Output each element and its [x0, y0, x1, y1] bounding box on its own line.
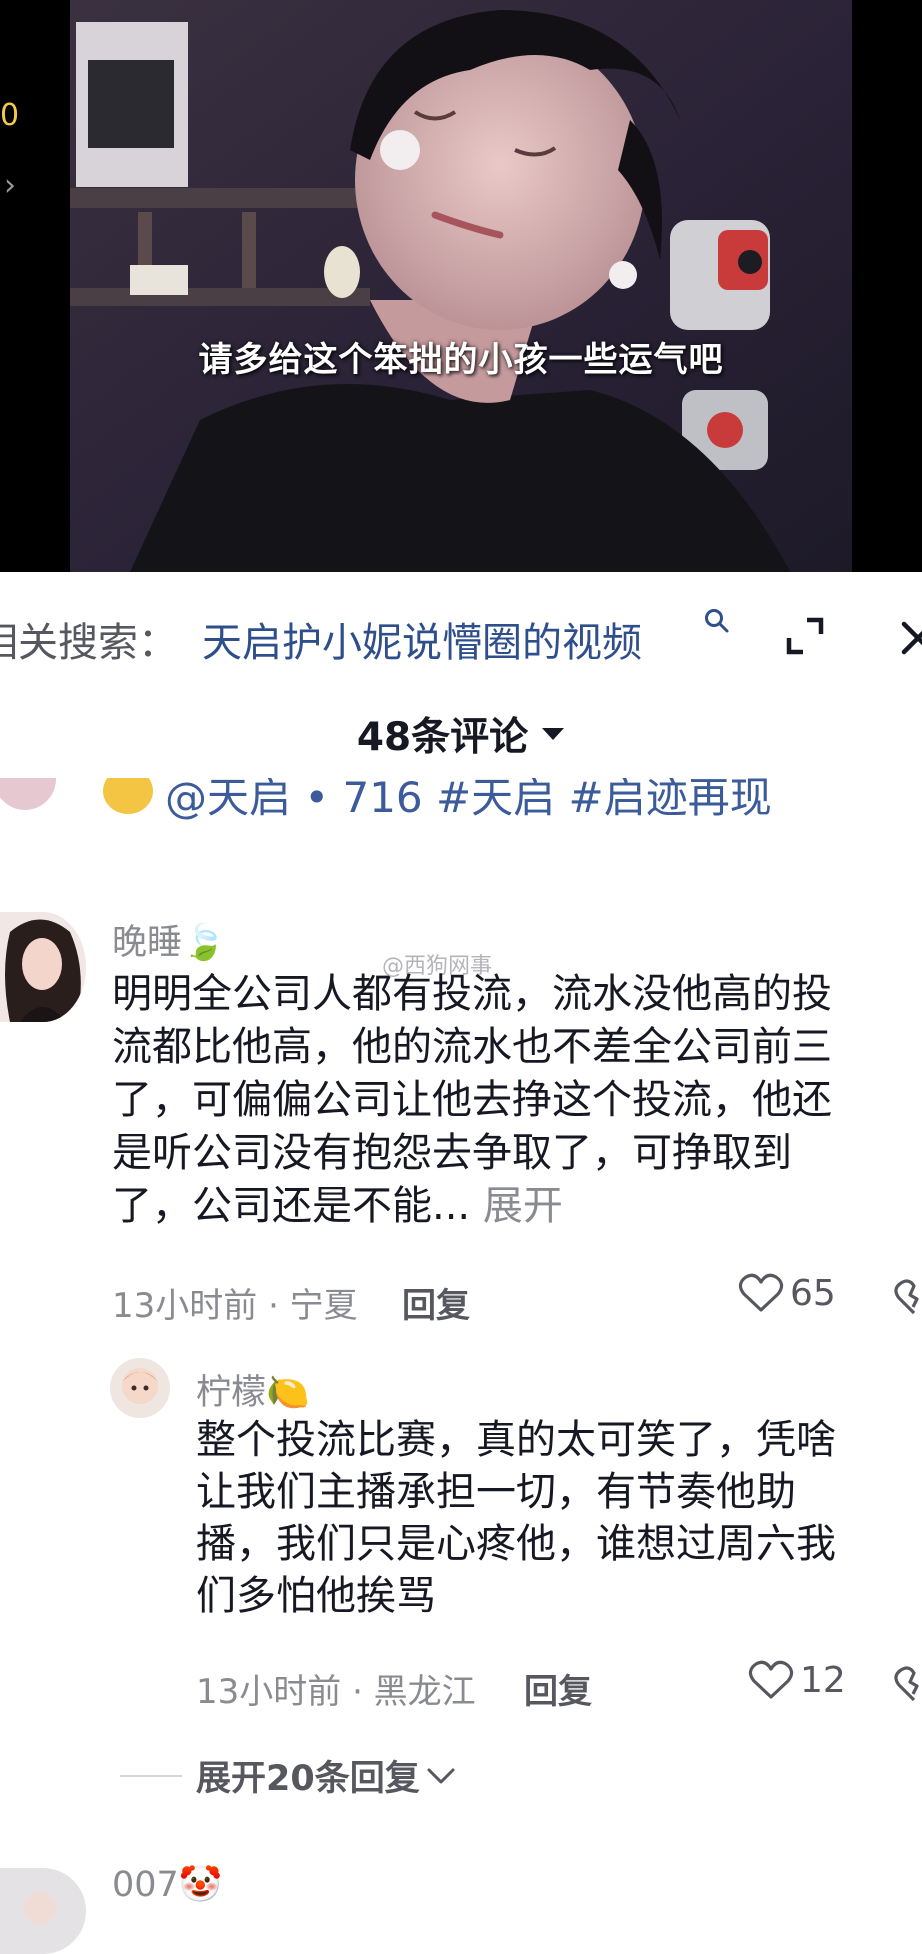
- related-search-link[interactable]: 天启护小妮说懵圈的视频: [202, 610, 642, 668]
- comments-count: 48条评论: [356, 715, 529, 760]
- comment-text[interactable]: 明明全公司人都有投流，流水没他高的投 流都比他高，他的流水也不差全公司前三 了，…: [112, 968, 832, 1233]
- avatar[interactable]: [110, 1358, 170, 1418]
- reply-meta: 13小时前 · 黑龙江: [196, 1672, 476, 1712]
- caret-down-icon[interactable]: [541, 726, 565, 742]
- side-arrow-icon[interactable]: ›: [4, 168, 16, 203]
- close-icon[interactable]: [898, 618, 922, 658]
- video-player[interactable]: 0 › 请多给这个笨拙的小孩一些运气吧: [0, 0, 922, 572]
- reply-username[interactable]: 柠檬🍋: [196, 1364, 310, 1415]
- dislike-icon[interactable]: [894, 1277, 922, 1317]
- reply-button[interactable]: 回复: [524, 1664, 592, 1713]
- dislike-icon[interactable]: [894, 1664, 922, 1704]
- expand-replies-button[interactable]: 展开20条回复: [120, 1750, 456, 1801]
- comment-username[interactable]: 晚睡🍃: [112, 914, 226, 965]
- reply-button[interactable]: 回复: [402, 1278, 470, 1327]
- related-search-label: 相关搜索：: [0, 620, 178, 666]
- avatar[interactable]: [0, 912, 86, 1022]
- comment-username[interactable]: 007🤡: [112, 1864, 222, 1905]
- related-search-bar: 相关搜索： 天启护小妮说懵圈的视频: [0, 572, 922, 706]
- like-button[interactable]: 65: [738, 1272, 836, 1314]
- video-frame[interactable]: 请多给这个笨拙的小孩一些运气吧: [70, 0, 852, 572]
- expand-replies-label: 展开20条回复: [196, 1759, 420, 1799]
- divider-line: [120, 1774, 182, 1777]
- heart-icon[interactable]: [748, 1659, 794, 1701]
- video-still-image: [70, 0, 852, 572]
- search-icon[interactable]: [703, 607, 731, 635]
- partial-comment-text[interactable]: @天启 • 716 #天启 #启迹再现: [165, 778, 772, 825]
- comments-header[interactable]: 48条评论: [0, 706, 922, 776]
- reply-text[interactable]: 整个投流比赛，真的太可笑了，凭啥 让我们主播承担一切，有节奏他助 播，我们只是心…: [196, 1414, 836, 1622]
- side-counter: 0: [0, 98, 20, 133]
- like-button[interactable]: 12: [748, 1659, 846, 1701]
- comment-meta: 13小时前 · 宁夏: [112, 1286, 358, 1326]
- avatar[interactable]: [0, 778, 56, 810]
- smile-emoji-icon: [103, 778, 153, 814]
- chevron-down-icon: [427, 1768, 455, 1783]
- expand-comment-link[interactable]: 展开: [483, 1183, 563, 1229]
- heart-icon[interactable]: [738, 1272, 784, 1314]
- partial-comment: @天启 • 716 #天启 #启迹再现: [0, 778, 922, 830]
- video-caption: 请多给这个笨拙的小孩一些运气吧: [198, 340, 724, 380]
- avatar[interactable]: [0, 1868, 86, 1954]
- like-count: 12: [800, 1659, 846, 1701]
- like-count: 65: [790, 1272, 836, 1314]
- fullscreen-icon[interactable]: [785, 616, 825, 656]
